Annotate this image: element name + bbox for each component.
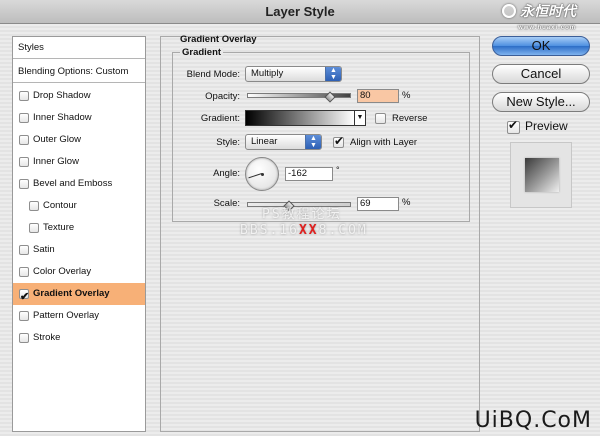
outer-glow-checkbox[interactable] xyxy=(19,135,29,145)
drop-shadow-checkbox[interactable] xyxy=(19,91,29,101)
styles-list: Styles Blending Options: Custom Drop Sha… xyxy=(12,36,146,432)
gradient-label: Gradient: xyxy=(200,113,240,124)
angle-needle xyxy=(248,173,262,179)
drop-shadow-label: Drop Shadow xyxy=(33,90,91,101)
stroke-checkbox[interactable] xyxy=(19,333,29,343)
scale-label: Scale: xyxy=(213,198,240,209)
eye-logo-icon xyxy=(502,4,516,18)
preview-label: Preview xyxy=(525,119,568,133)
angle-input[interactable]: -162 xyxy=(285,167,333,181)
angle-unit: ° xyxy=(336,165,340,175)
styles-header-label: Styles xyxy=(18,42,44,53)
bevel-emboss-checkbox[interactable] xyxy=(19,179,29,189)
gradient-swatch[interactable] xyxy=(245,110,355,126)
styles-header[interactable]: Styles xyxy=(13,37,145,59)
scale-input[interactable]: 69 xyxy=(357,197,399,211)
watermark-bbs-xx: XX xyxy=(298,223,319,238)
style-item-color-overlay[interactable]: Color Overlay xyxy=(13,261,145,283)
style-select[interactable]: Linear ▲ ▼ xyxy=(245,134,322,150)
preview-swatch xyxy=(525,158,559,192)
watermark-corner: UiBQ.CoM xyxy=(474,408,592,433)
opacity-input[interactable]: 80 xyxy=(357,89,399,103)
angle-label: Angle: xyxy=(213,168,240,179)
scale-value: 69 xyxy=(360,198,371,209)
watermark-bbs-tail: 8.COM xyxy=(318,223,368,238)
preview-thumbnail xyxy=(510,142,572,208)
watermark-logo-text: 永恒时代 xyxy=(520,3,576,19)
color-overlay-checkbox[interactable] xyxy=(19,267,29,277)
stroke-label: Stroke xyxy=(33,332,61,343)
watermark-logo-sub: www.huaxi.com xyxy=(518,25,577,31)
blending-options-label: Blending Options: Custom xyxy=(18,66,129,77)
gradient-overlay-label: Gradient Overlay xyxy=(33,288,110,299)
texture-checkbox[interactable] xyxy=(29,223,39,233)
blend-mode-label: Blend Mode: xyxy=(186,69,240,80)
style-label: Style: xyxy=(216,137,240,148)
pattern-overlay-checkbox[interactable] xyxy=(19,311,29,321)
reverse-checkbox[interactable] xyxy=(375,113,386,124)
angle-dial[interactable] xyxy=(245,157,279,191)
section-title: Gradient Overlay xyxy=(180,34,257,45)
style-item-pattern-overlay[interactable]: Pattern Overlay xyxy=(13,305,145,327)
watermark-logo: 永恒时代 www.huaxi.com xyxy=(502,2,594,32)
blend-mode-value: Multiply xyxy=(251,68,284,79)
style-item-gradient-overlay[interactable]: Gradient Overlay xyxy=(13,283,145,308)
align-with-layer-checkbox[interactable] xyxy=(333,134,344,148)
outer-glow-label: Outer Glow xyxy=(33,134,82,145)
inner-shadow-checkbox[interactable] xyxy=(19,113,29,123)
style-item-stroke[interactable]: Stroke xyxy=(13,327,145,349)
scale-unit: % xyxy=(402,197,411,208)
group-title: Gradient xyxy=(180,47,224,58)
inner-glow-checkbox[interactable] xyxy=(19,157,29,167)
watermark-bbs: BBS.16XX8.COM xyxy=(240,223,368,238)
satin-checkbox[interactable] xyxy=(19,245,29,255)
opacity-value: 80 xyxy=(360,90,371,101)
style-item-drop-shadow[interactable]: Drop Shadow xyxy=(13,85,145,107)
texture-label: Texture xyxy=(43,222,75,233)
inner-shadow-label: Inner Shadow xyxy=(33,112,92,123)
ok-button[interactable]: OK xyxy=(492,36,590,56)
watermark-bbs-head: BBS.16 xyxy=(240,223,299,238)
style-item-satin[interactable]: Satin xyxy=(13,239,145,261)
select-arrows-icon: ▲ ▼ xyxy=(325,67,341,81)
align-with-layer-label: Align with Layer xyxy=(350,137,418,148)
style-value: Linear xyxy=(251,136,278,147)
bevel-emboss-label: Bevel and Emboss xyxy=(33,178,113,189)
opacity-label: Opacity: xyxy=(205,91,240,102)
color-overlay-label: Color Overlay xyxy=(33,266,92,277)
style-item-texture[interactable]: Texture xyxy=(13,217,145,239)
window-title: Layer Style xyxy=(265,4,335,19)
blend-mode-select[interactable]: Multiply ▲ ▼ xyxy=(245,66,342,82)
watermark-ps-forum: PS教程论坛 xyxy=(262,207,342,222)
contour-checkbox[interactable] xyxy=(29,201,39,211)
opacity-unit: % xyxy=(402,90,411,101)
inner-glow-label: Inner Glow xyxy=(33,156,79,167)
angle-center-dot xyxy=(261,173,264,176)
contour-label: Contour xyxy=(43,200,77,211)
style-item-contour[interactable]: Contour xyxy=(13,195,145,217)
angle-value: -162 xyxy=(288,168,308,179)
gradient-dropdown-icon[interactable]: ▼ xyxy=(354,110,366,126)
preview-checkbox[interactable] xyxy=(507,118,520,134)
gradient-overlay-checkbox[interactable] xyxy=(19,286,29,308)
reverse-label: Reverse xyxy=(392,113,428,124)
satin-label: Satin xyxy=(33,244,55,255)
blending-options-item[interactable]: Blending Options: Custom xyxy=(13,61,145,83)
new-style-button[interactable]: New Style... xyxy=(492,92,590,112)
style-item-outer-glow[interactable]: Outer Glow xyxy=(13,129,145,151)
cancel-button[interactable]: Cancel xyxy=(492,64,590,84)
style-item-bevel-emboss[interactable]: Bevel and Emboss xyxy=(13,173,145,195)
style-item-inner-shadow[interactable]: Inner Shadow xyxy=(13,107,145,129)
pattern-overlay-label: Pattern Overlay xyxy=(33,310,99,321)
style-item-inner-glow[interactable]: Inner Glow xyxy=(13,151,145,173)
select-arrows-icon: ▲ ▼ xyxy=(305,135,321,149)
